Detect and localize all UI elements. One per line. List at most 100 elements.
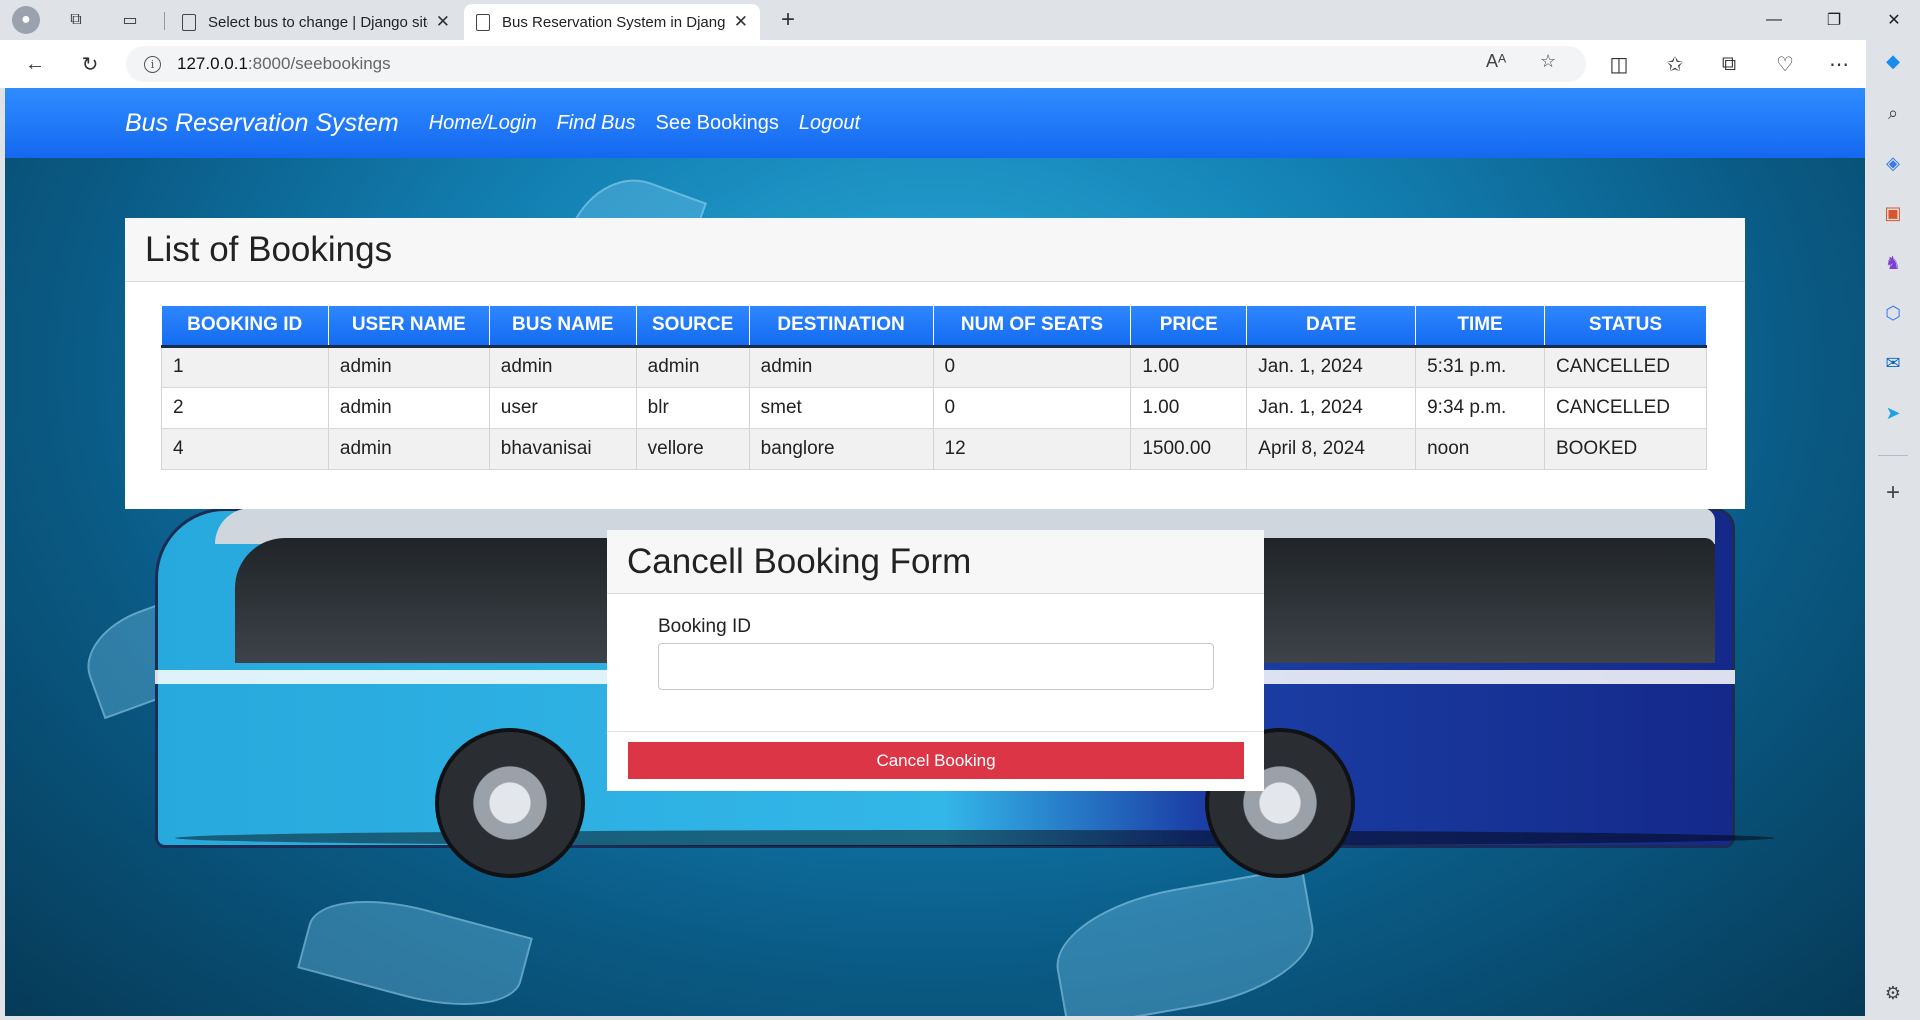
cell-booking-id: 4 — [161, 428, 329, 470]
column-header: STATUS — [1544, 306, 1708, 348]
browser-essentials-icon[interactable]: ♡ — [1770, 50, 1800, 78]
restore-icon[interactable]: ❐ — [1814, 6, 1854, 34]
close-window-icon[interactable]: ✕ — [1874, 6, 1914, 34]
cancel-booking-button[interactable]: Cancel Booking — [628, 742, 1244, 779]
tab-title: Select bus to change | Django site admin — [208, 13, 428, 31]
nav-home-login[interactable]: Home/Login — [429, 112, 537, 135]
bookings-card: List of Bookings BOOKING ID USER NAME BU… — [125, 218, 1745, 509]
tab-actions-icon[interactable]: ▭ — [116, 6, 144, 34]
site-brand[interactable]: Bus Reservation System — [125, 109, 399, 138]
column-header: SOURCE — [636, 306, 750, 348]
cell-bus-name: user — [489, 387, 637, 429]
profile-icon[interactable]: ● — [12, 6, 40, 34]
cancel-form-header: Cancell Booking Form — [607, 530, 1264, 594]
form-footer-divider — [607, 731, 1264, 732]
column-header: BUS NAME — [489, 306, 637, 348]
cancel-form-title: Cancell Booking Form — [627, 541, 972, 581]
column-header: PRICE — [1130, 306, 1248, 348]
add-sidebar-app-icon[interactable]: + — [1880, 479, 1906, 506]
shopping-icon[interactable]: ◈ — [1880, 150, 1906, 176]
cell-price: 1.00 — [1130, 346, 1248, 388]
cell-bus-name: admin — [489, 346, 637, 388]
bookings-card-header: List of Bookings — [125, 218, 1745, 282]
tab-bus-reservation[interactable]: Bus Reservation System in Django ✕ — [464, 4, 760, 40]
background-leaf — [297, 881, 533, 1016]
split-screen-icon[interactable]: ◫ — [1604, 50, 1634, 78]
address-path: :8000/seebookings — [247, 54, 391, 73]
read-aloud-icon[interactable]: Aᴬ — [1486, 51, 1506, 72]
cancel-booking-card: Cancell Booking Form Booking ID Cancel B… — [607, 530, 1264, 791]
nav-see-bookings[interactable]: See Bookings — [656, 112, 779, 135]
cell-status: CANCELLED — [1544, 346, 1708, 388]
cell-num-of-seats: 0 — [933, 387, 1132, 429]
nav-logout[interactable]: Logout — [799, 112, 860, 135]
cell-price: 1.00 — [1130, 387, 1248, 429]
web-page: Bus Reservation System Home/Login Find B… — [5, 88, 1865, 1016]
sidebar-settings-icon[interactable]: ⚙ — [1880, 980, 1906, 1006]
games-icon[interactable]: ♞ — [1880, 250, 1906, 276]
cell-destination: banglore — [749, 428, 934, 470]
cell-booking-id: 1 — [161, 346, 329, 388]
minimize-icon[interactable]: — — [1754, 6, 1794, 34]
cell-bus-name: bhavanisai — [489, 428, 637, 470]
column-header: NUM OF SEATS — [933, 306, 1132, 348]
drop-icon[interactable]: ➤ — [1880, 400, 1906, 426]
tools-icon[interactable]: ▣ — [1880, 200, 1906, 226]
more-menu-icon[interactable]: ⋯ — [1824, 50, 1854, 78]
microsoft-365-icon[interactable]: ⬡ — [1880, 300, 1906, 326]
edge-sidebar: ◆ ⌕ ◈ ▣ ♞ ⬡ ✉ ➤ + ⚙ — [1866, 40, 1920, 1020]
booking-id-label: Booking ID — [658, 616, 751, 637]
bus-shadow — [175, 830, 1775, 846]
cell-status: CANCELLED — [1544, 387, 1708, 429]
cell-user-name: admin — [328, 387, 490, 429]
close-tab-icon[interactable]: ✕ — [734, 12, 748, 32]
workspaces-icon[interactable]: ⧉ — [62, 6, 90, 34]
column-header: DATE — [1246, 306, 1417, 348]
cell-time: noon — [1415, 428, 1545, 470]
cell-destination: smet — [749, 387, 934, 429]
address-host: 127.0.0.1 — [177, 54, 248, 73]
column-header: DESTINATION — [749, 306, 934, 348]
cell-date: Jan. 1, 2024 — [1246, 387, 1417, 429]
table-header-row: BOOKING ID USER NAME BUS NAME SOURCE DES… — [161, 306, 1708, 348]
cell-source: blr — [636, 387, 750, 429]
tab-separator — [164, 12, 165, 30]
cell-source: vellore — [636, 428, 750, 470]
column-header: BOOKING ID — [161, 306, 329, 348]
back-icon[interactable]: ← — [20, 50, 50, 78]
bookings-table: BOOKING ID USER NAME BUS NAME SOURCE DES… — [161, 306, 1708, 470]
site-info-icon[interactable]: i — [144, 55, 161, 73]
tab-title: Bus Reservation System in Django — [502, 13, 726, 31]
outlook-icon[interactable]: ✉ — [1880, 350, 1906, 376]
copilot-icon[interactable]: ◆ — [1880, 48, 1906, 74]
cell-num-of-seats: 0 — [933, 346, 1132, 388]
site-navbar: Bus Reservation System Home/Login Find B… — [5, 88, 1865, 158]
tab-django-admin[interactable]: Select bus to change | Django site admin… — [170, 4, 462, 40]
reload-icon[interactable]: ↻ — [75, 50, 105, 78]
collections-icon[interactable]: ⧉ — [1714, 50, 1744, 78]
new-tab-icon[interactable]: + — [774, 6, 802, 34]
sidebar-separator — [1878, 455, 1908, 456]
table-row: 2 admin user blr smet 0 1.00 Jan. 1, 202… — [161, 387, 1708, 429]
cell-num-of-seats: 12 — [933, 428, 1132, 470]
background-leaf — [1046, 866, 1324, 1016]
bookings-title: List of Bookings — [145, 229, 393, 269]
cell-booking-id: 2 — [161, 387, 329, 429]
favorite-star-icon[interactable]: ☆ — [1540, 51, 1556, 72]
address-bar[interactable]: i 127.0.0.1:8000/seebookings Aᴬ ☆ — [126, 46, 1586, 82]
bus-front-wheel — [435, 728, 585, 878]
cell-source: admin — [636, 346, 750, 388]
cell-time: 5:31 p.m. — [1415, 346, 1545, 388]
nav-find-bus[interactable]: Find Bus — [557, 112, 636, 135]
cell-destination: admin — [749, 346, 934, 388]
cell-user-name: admin — [328, 428, 490, 470]
search-icon[interactable]: ⌕ — [1880, 100, 1906, 126]
favorites-icon[interactable]: ✩ — [1660, 50, 1690, 78]
close-tab-icon[interactable]: ✕ — [436, 12, 450, 32]
table-row: 1 admin admin admin admin 0 1.00 Jan. 1,… — [161, 346, 1708, 388]
cell-user-name: admin — [328, 346, 490, 388]
cell-status: BOOKED — [1544, 428, 1708, 470]
cell-date: Jan. 1, 2024 — [1246, 346, 1417, 388]
booking-id-input[interactable] — [658, 643, 1214, 690]
browser-toolbar: ← ↻ i 127.0.0.1:8000/seebookings Aᴬ ☆ ◫ … — [0, 40, 1920, 88]
